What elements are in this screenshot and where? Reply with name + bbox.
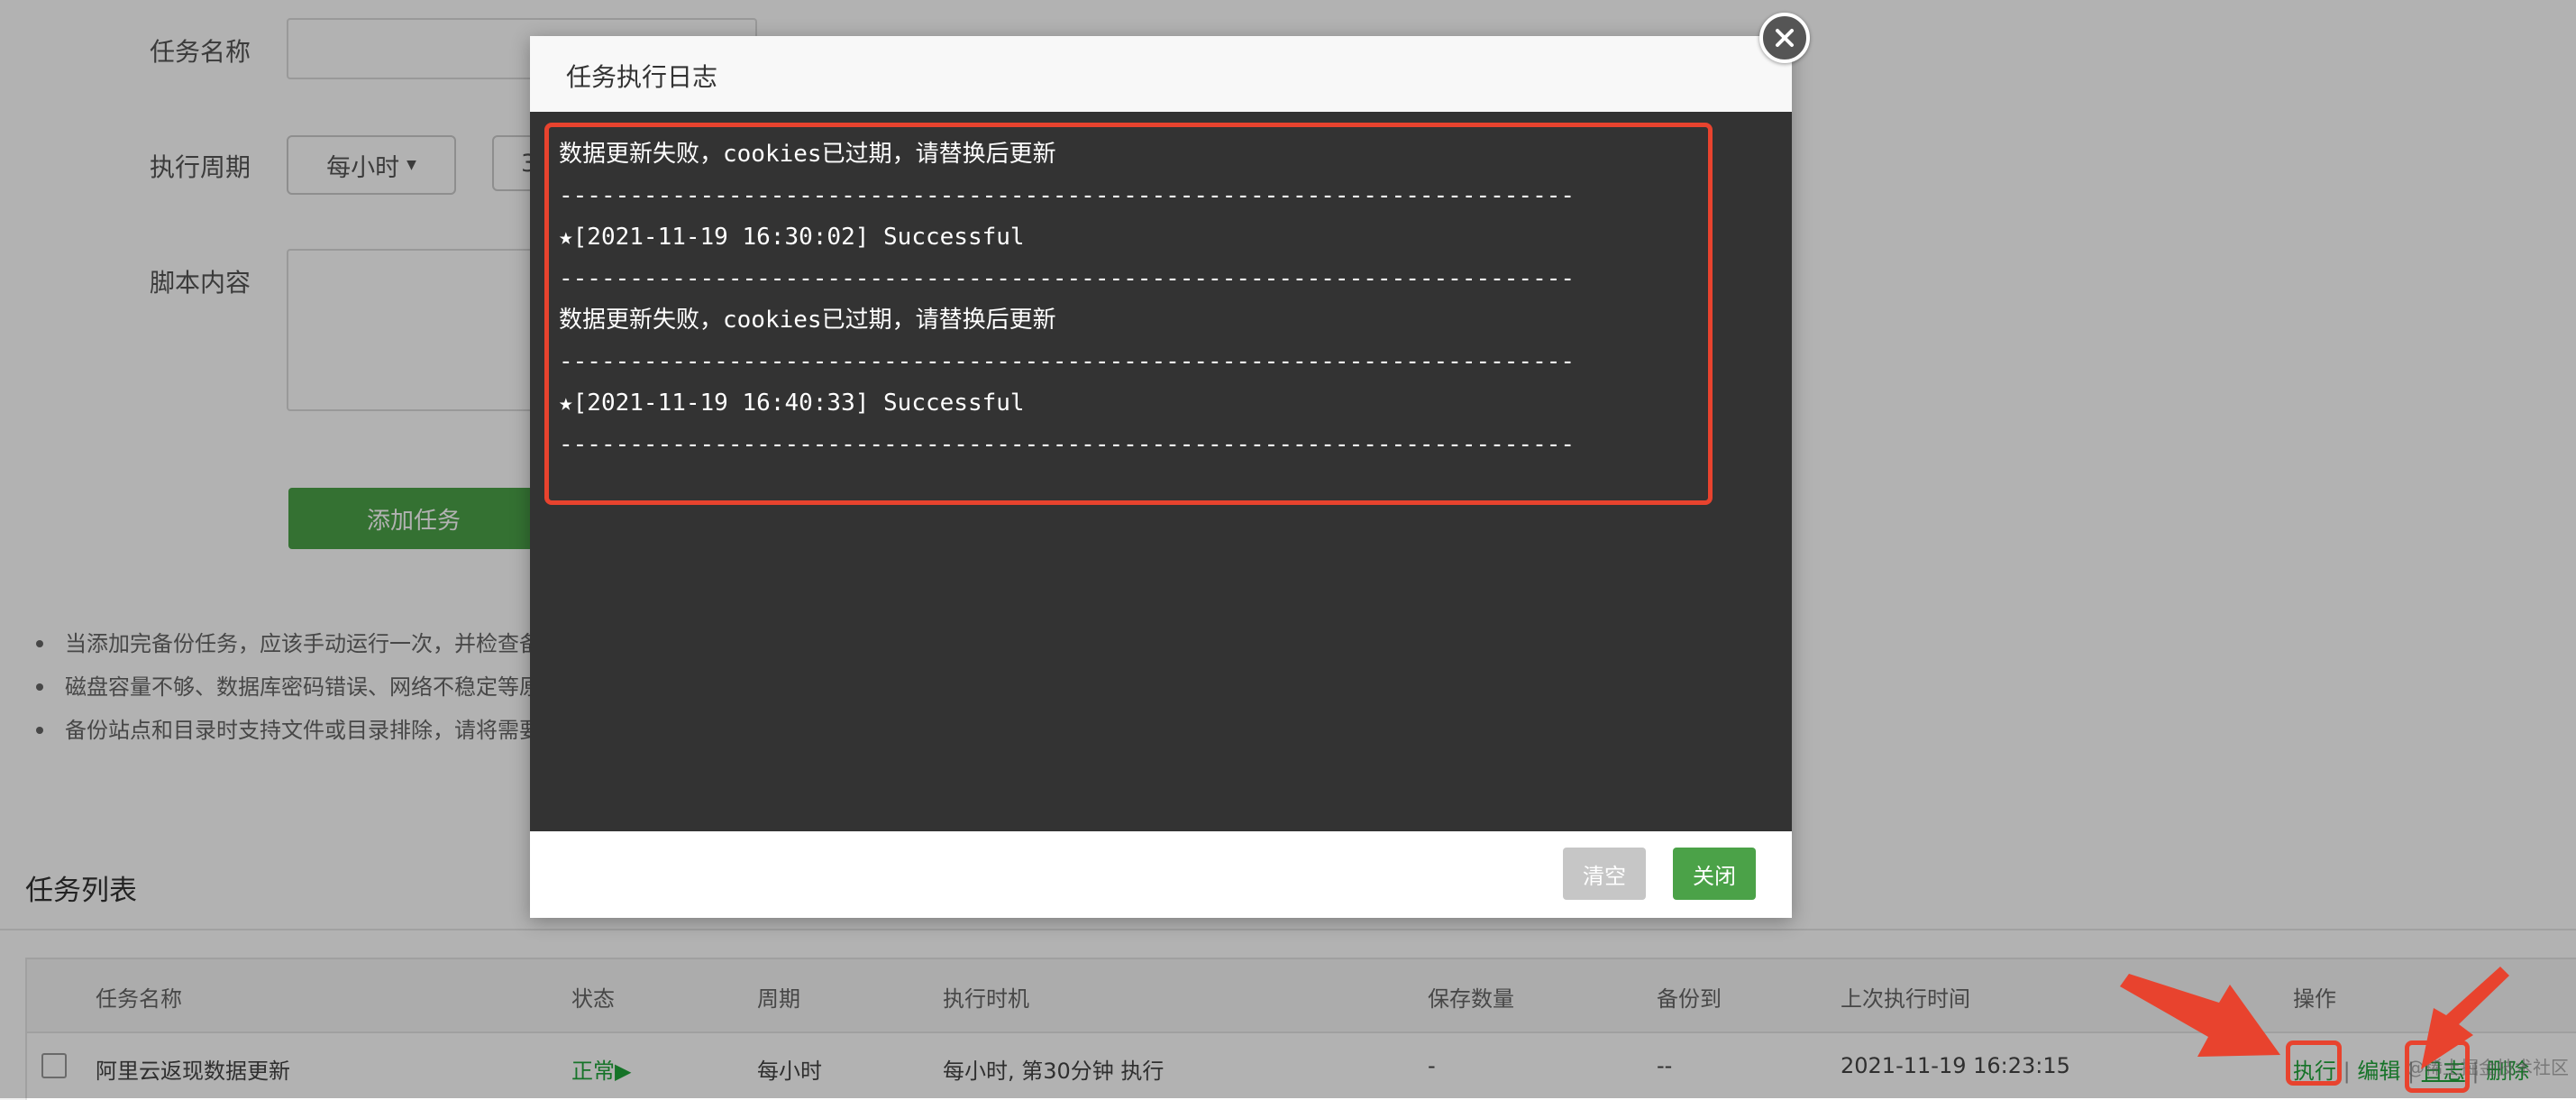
log-line: ----------------------------------------… [559, 431, 1576, 458]
modal-header: 任务执行日志 [530, 36, 1792, 113]
log-output: 数据更新失败，cookies已过期，请替换后更新 ---------------… [559, 133, 1575, 465]
task-log-modal: 任务执行日志 数据更新失败，cookies已过期，请替换后更新 --------… [530, 36, 1792, 918]
log-panel: 数据更新失败，cookies已过期，请替换后更新 ---------------… [530, 112, 1792, 831]
log-line: ----------------------------------------… [559, 182, 1576, 209]
log-line: ----------------------------------------… [559, 265, 1576, 292]
modal-close-icon[interactable] [1759, 13, 1810, 63]
clear-button[interactable]: 清空 [1563, 848, 1646, 900]
close-button[interactable]: 关闭 [1673, 848, 1756, 900]
log-line: 数据更新失败，cookies已过期，请替换后更新 [559, 307, 1056, 334]
log-line: ★[2021-11-19 16:30:02] Successful [559, 224, 1025, 251]
log-line: 数据更新失败，cookies已过期，请替换后更新 [559, 141, 1056, 168]
modal-title: 任务执行日志 [566, 62, 718, 92]
close-icon [1776, 29, 1794, 47]
log-line: ★[2021-11-19 16:40:33] Successful [559, 390, 1025, 417]
log-line: ----------------------------------------… [559, 348, 1576, 375]
